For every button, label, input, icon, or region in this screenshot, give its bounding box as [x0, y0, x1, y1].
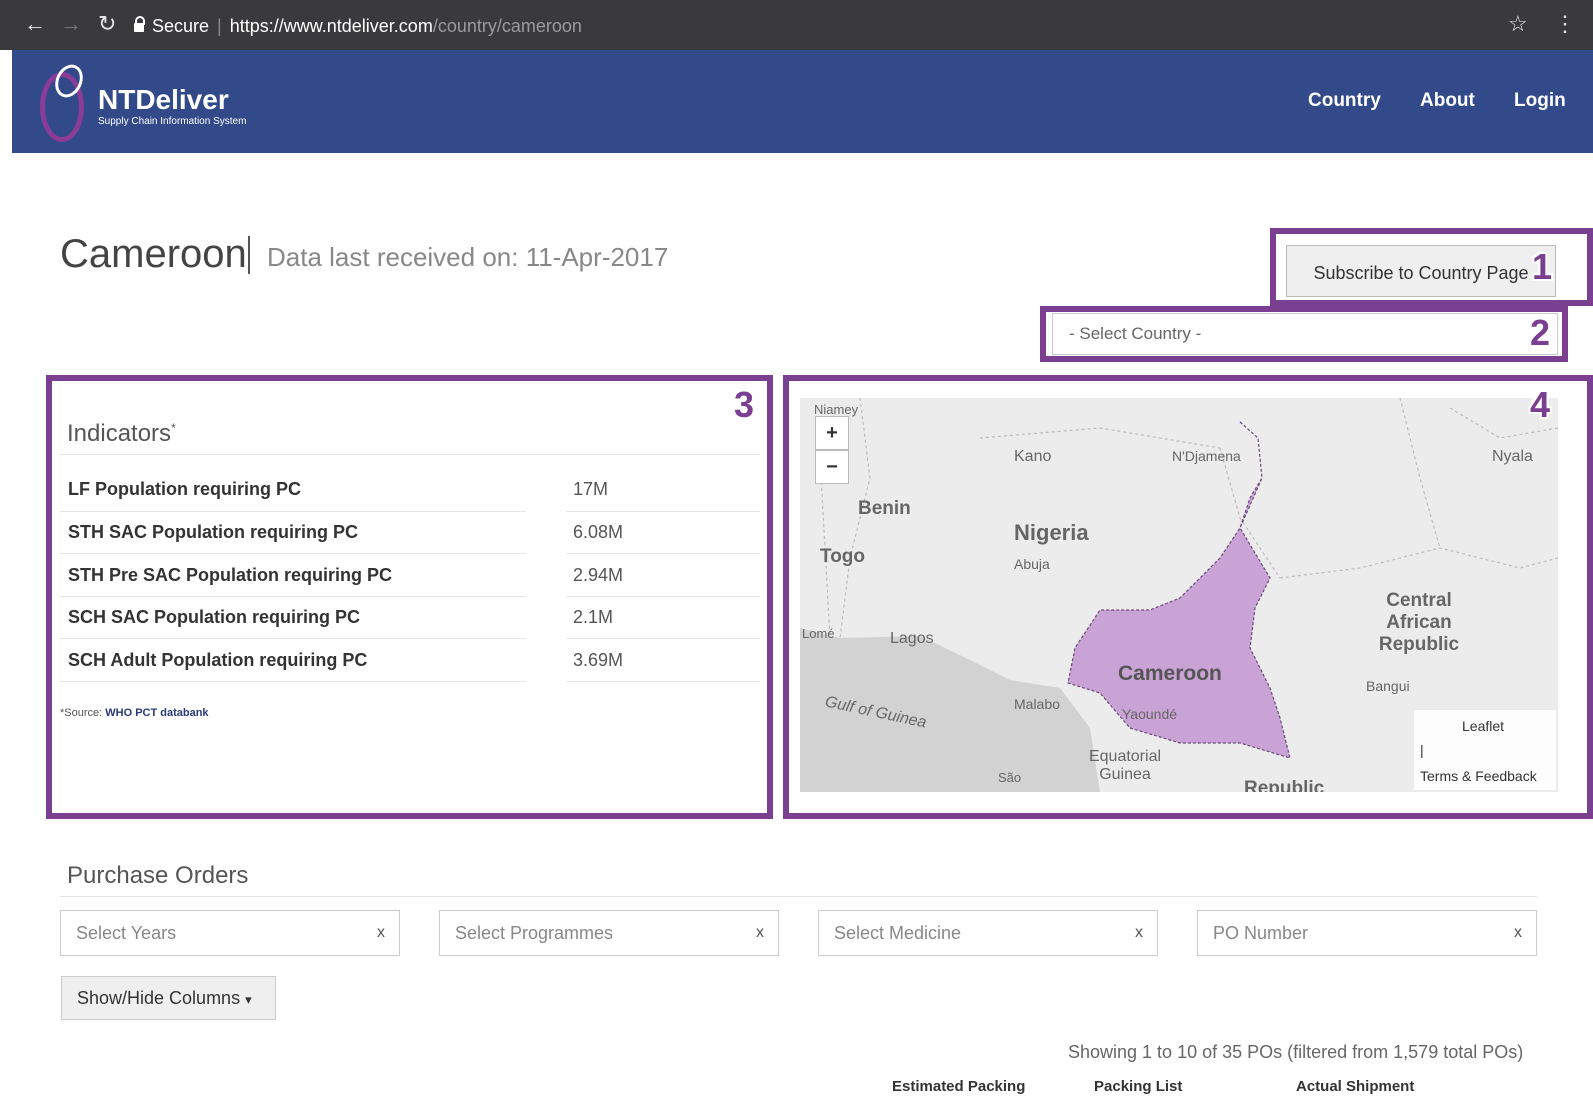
caret-down-icon: ▾	[245, 992, 252, 1007]
annotation-number-1: 1	[1532, 246, 1553, 287]
map-label: Lagos	[890, 630, 934, 647]
filter-placeholder: Select Medicine	[834, 923, 962, 943]
leaflet-link[interactable]: Leaflet	[1462, 718, 1504, 734]
map-label: Kano	[1014, 448, 1052, 465]
filter-placeholder: PO Number	[1213, 923, 1309, 943]
select-programmes-filter[interactable]: Select Programmes x	[439, 910, 779, 956]
address-bar[interactable]: Secure | https://www.ntdeliver.com/country…	[134, 12, 1494, 40]
filter-placeholder: Select Years	[76, 923, 177, 943]
indicator-label: STH SAC Population requiring PC	[68, 522, 359, 542]
map-label: N'Djamena	[1172, 448, 1241, 464]
indicators-title: Indicators*	[67, 420, 176, 447]
filter-placeholder: Select Programmes	[455, 923, 614, 943]
indicator-label: STH Pre SAC Population requiring PC	[68, 565, 393, 585]
select-medicine-filter[interactable]: Select Medicine x	[818, 910, 1158, 956]
subscribe-button[interactable]: Subscribe to Country Page	[1286, 245, 1556, 297]
results-summary: Showing 1 to 10 of 35 POs (filtered from…	[1068, 1042, 1524, 1062]
map-label: Central African Republic	[1378, 590, 1460, 655]
reload-icon[interactable]: ↻	[98, 11, 116, 37]
clear-icon[interactable]: x	[377, 911, 385, 955]
attribution-separator: |	[1420, 742, 1424, 758]
nav-about[interactable]: About	[1420, 90, 1475, 112]
indicator-label: LF Population requiring PC	[68, 479, 301, 499]
map-label: Republic	[1244, 778, 1325, 792]
map-label: Cameroon	[1118, 662, 1222, 685]
po-number-filter[interactable]: PO Number x	[1197, 910, 1537, 956]
row-divider	[566, 638, 760, 639]
secure-label: Secure	[152, 16, 210, 36]
clear-icon[interactable]: x	[1514, 911, 1522, 955]
indicator-value: 17M	[573, 479, 609, 499]
nav-country[interactable]: Country	[1308, 90, 1381, 112]
source-link[interactable]: WHO PCT databank	[105, 707, 208, 719]
url-path: /country/cameroon	[432, 16, 582, 36]
browser-toolbar: ← → ↻ Secure | https://www.ntdeliver.com/c…	[0, 0, 1593, 50]
show-hide-columns-button[interactable]: Show/Hide Columns ▾	[61, 976, 276, 1020]
last-received-date: Data last received on: 11-Apr-2017	[267, 242, 669, 272]
brand-tagline: Supply Chain Information System	[98, 116, 247, 127]
column-header[interactable]: Actual Shipment	[1296, 1078, 1414, 1095]
indicators-divider	[60, 454, 760, 455]
row-divider	[60, 681, 526, 682]
map-label: Nigeria	[1014, 520, 1089, 545]
nav-login[interactable]: Login	[1514, 90, 1566, 112]
forward-arrow-icon[interactable]: →	[60, 11, 82, 37]
back-arrow-icon[interactable]: ←	[24, 11, 46, 37]
map-label: Abuja	[1014, 556, 1050, 572]
map-label: Equatorial Guinea	[1088, 748, 1162, 783]
purchase-orders-divider	[60, 896, 1537, 897]
map-label: Niamey	[814, 402, 859, 417]
map-label: Lomé	[802, 626, 835, 641]
indicator-value: 6.08M	[573, 522, 624, 542]
zoom-in-button[interactable]: +	[815, 416, 849, 450]
annotation-number-2: 2	[1530, 312, 1551, 353]
select-country-dropdown[interactable]: - Select Country -	[1052, 313, 1558, 355]
brand-name[interactable]: NTDeliver	[98, 84, 229, 116]
row-divider	[566, 553, 760, 554]
row-divider	[60, 596, 526, 597]
indicator-label: SCH SAC Population requiring PC	[68, 607, 361, 627]
site-header: NTDeliver Supply Chain Information Syste…	[12, 50, 1593, 153]
page-title: Cameroon	[60, 232, 247, 276]
purchase-orders-title: Purchase Orders	[67, 862, 249, 889]
map-attribution: Leaflet | Terms & Feedback	[1414, 710, 1556, 790]
row-divider	[60, 553, 526, 554]
indicator-value: 2.1M	[573, 607, 614, 627]
lock-icon	[134, 16, 145, 32]
map-label: Yaoundé	[1122, 706, 1178, 722]
menu-dots-icon[interactable]: ⋮	[1554, 11, 1576, 37]
star-icon[interactable]: ☆	[1508, 11, 1528, 37]
title-divider	[248, 236, 250, 274]
clear-icon[interactable]: x	[1135, 911, 1143, 955]
annotation-number-3: 3	[734, 384, 755, 425]
indicator-value: 3.69M	[573, 650, 624, 670]
clear-icon[interactable]: x	[756, 911, 764, 955]
row-divider	[566, 511, 760, 512]
row-divider	[60, 511, 526, 512]
url-host: https://www.ntdeliver.com	[229, 16, 433, 36]
row-divider	[566, 596, 760, 597]
indicator-label: SCH Adult Population requiring PC	[68, 650, 368, 670]
terms-feedback-link[interactable]: Terms & Feedback	[1420, 768, 1537, 784]
map-label: Nyala	[1492, 448, 1533, 465]
row-divider	[566, 681, 760, 682]
indicators-source: *Source: WHO PCT databank	[60, 707, 209, 719]
select-years-filter[interactable]: Select Years x	[60, 910, 400, 956]
indicator-value: 2.94M	[573, 565, 624, 585]
map-label: São	[998, 770, 1022, 785]
map-label: Benin	[858, 498, 911, 519]
column-header[interactable]: Packing List	[1094, 1078, 1182, 1095]
column-header[interactable]: Estimated Packing	[892, 1078, 1025, 1095]
show-hide-label: Show/Hide Columns	[77, 988, 241, 1008]
map-label: Bangui	[1366, 678, 1410, 694]
map-label: Togo	[820, 546, 866, 567]
zoom-out-button[interactable]: −	[815, 450, 849, 484]
row-divider	[60, 638, 526, 639]
annotation-number-4: 4	[1530, 384, 1551, 425]
map-label: Malabo	[1014, 696, 1060, 712]
